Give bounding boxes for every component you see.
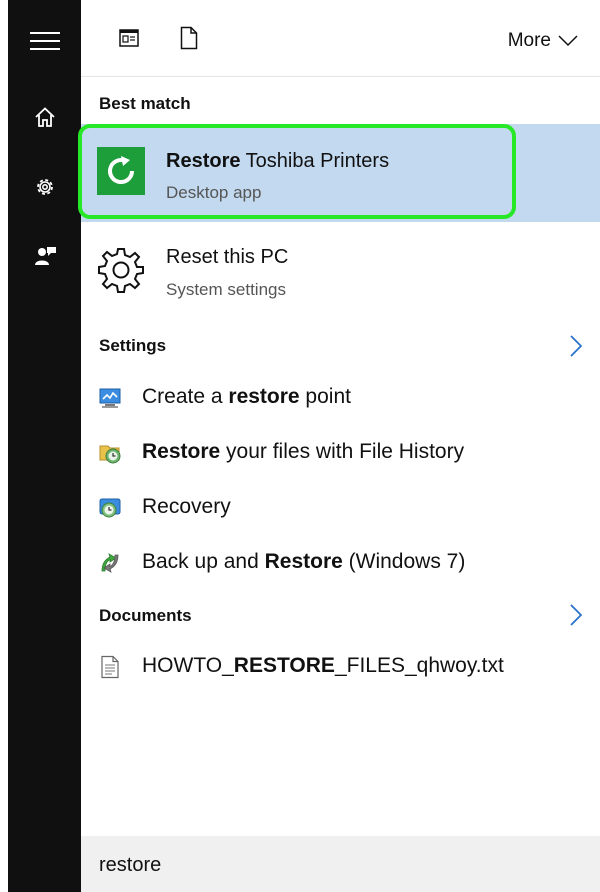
- reset-pc-title: Reset this PC: [166, 246, 289, 268]
- text-file-icon: [101, 655, 119, 679]
- settings-item-backup-restore[interactable]: Back up and Restore (Windows 7): [81, 538, 600, 588]
- file-history-icon: [99, 445, 121, 464]
- start-rail: [8, 0, 81, 892]
- documents-filter-button[interactable]: [180, 26, 198, 55]
- gear-icon: [36, 179, 53, 195]
- more-filters-button[interactable]: More: [508, 30, 578, 52]
- system-restore-icon: [99, 388, 121, 408]
- reset-this-pc-result[interactable]: Reset this PC System settings: [81, 230, 600, 310]
- home-button[interactable]: [8, 93, 81, 141]
- apps-filter-button[interactable]: [119, 29, 139, 52]
- home-icon: [34, 107, 55, 127]
- app-window-icon: [119, 29, 139, 47]
- best-match-result[interactable]: Restore Toshiba Printers Desktop app: [78, 124, 600, 222]
- settings-item-file-history[interactable]: Restore your files with File History: [81, 428, 600, 478]
- feedback-person-icon: [34, 247, 56, 265]
- search-results-panel: More Best match Restore Toshiba Printers…: [78, 0, 600, 892]
- chevron-right-icon[interactable]: [570, 604, 582, 626]
- settings-item-label: Create a restore point: [142, 385, 351, 408]
- hamburger-icon: [29, 32, 60, 50]
- reset-pc-subtitle: System settings: [166, 280, 286, 299]
- search-query: restore: [99, 854, 162, 876]
- settings-item-label: Restore your files with File History: [142, 440, 465, 463]
- best-match-subtitle: Desktop app: [166, 183, 262, 202]
- frame-edge: [0, 0, 8, 892]
- best-match-title: Restore Toshiba Printers: [166, 150, 390, 172]
- settings-item-label: Recovery: [142, 495, 231, 518]
- document-label: HOWTO_RESTORE_FILES_qhwoy.txt: [142, 654, 504, 677]
- settings-item-recovery[interactable]: Recovery: [81, 483, 600, 533]
- chevron-right-icon[interactable]: [570, 335, 582, 357]
- feedback-button[interactable]: [8, 232, 81, 280]
- hamburger-menu-button[interactable]: [8, 17, 81, 65]
- gear-icon: [98, 248, 144, 293]
- document-icon: [180, 26, 198, 50]
- document-result[interactable]: HOWTO_RESTORE_FILES_qhwoy.txt: [81, 642, 600, 692]
- settings-heading: Settings: [99, 336, 167, 355]
- restore-app-icon: [97, 147, 145, 195]
- settings-item-label: Back up and Restore (Windows 7): [142, 550, 466, 573]
- more-label: More: [507, 30, 551, 51]
- backup-restore-icon: [101, 553, 119, 573]
- results-toolbar: More: [81, 0, 600, 77]
- settings-button[interactable]: [8, 163, 81, 211]
- chevron-down-icon: [558, 35, 578, 47]
- documents-heading: Documents: [99, 606, 192, 625]
- settings-item-create-restore-point[interactable]: Create a restore point: [81, 373, 600, 423]
- best-match-heading: Best match: [99, 94, 191, 113]
- recovery-icon: [99, 498, 121, 518]
- search-box[interactable]: restore: [81, 836, 600, 892]
